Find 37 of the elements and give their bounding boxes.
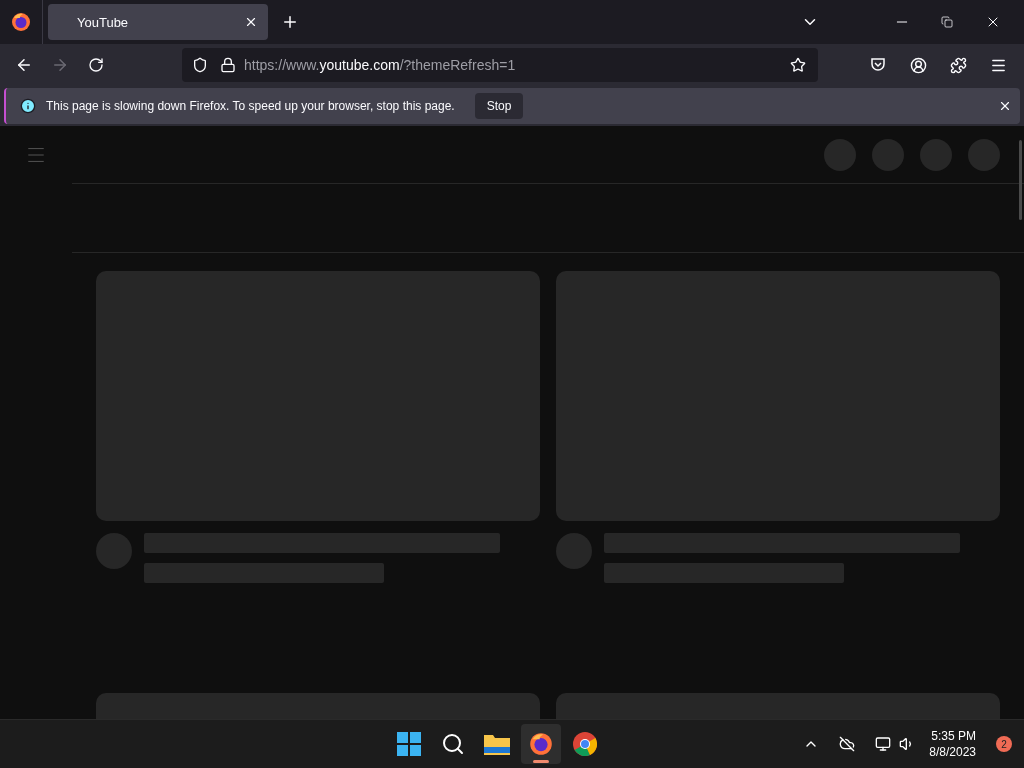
close-tab-icon[interactable] [244, 15, 258, 29]
skeleton-circle [824, 138, 856, 171]
cloud-off-icon[interactable] [839, 736, 856, 752]
skeleton-avatar [96, 533, 132, 569]
bookmark-star-icon[interactable] [790, 57, 806, 73]
pocket-icon[interactable] [870, 57, 886, 73]
new-tab-icon[interactable] [281, 13, 299, 31]
firefox-icon[interactable] [528, 732, 553, 756]
skeleton-circle [968, 138, 1000, 171]
info-icon [20, 98, 36, 114]
skeleton-circle [872, 138, 904, 171]
clock[interactable]: 5:35 PM 8/8/2023 [929, 728, 976, 760]
scrollbar-thumb[interactable] [1019, 140, 1022, 220]
active-indicator [532, 760, 549, 763]
shield-icon[interactable] [192, 57, 208, 73]
extensions-icon[interactable] [949, 56, 967, 74]
folder-icon[interactable] [483, 733, 510, 755]
reload-icon[interactable] [88, 57, 104, 73]
back-icon[interactable] [15, 56, 33, 74]
stop-button[interactable]: Stop [474, 93, 524, 119]
address-bar[interactable]: https://www.youtube.com/?themeRefresh=1 [182, 48, 818, 82]
forward-icon[interactable] [51, 56, 69, 74]
search-icon[interactable] [440, 732, 465, 756]
restore-icon[interactable] [941, 16, 953, 28]
close-icon[interactable] [998, 99, 1012, 113]
windows-start-icon[interactable] [396, 732, 421, 756]
notification-message: This page is slowing down Firefox. To speed up your browser, stop this page. [46, 99, 455, 113]
url-text: https://www.youtube.com/?themeRefresh=1 [244, 57, 517, 73]
notification-badge[interactable]: 2 [996, 736, 1012, 752]
firefox-icon[interactable] [11, 12, 31, 32]
browser-tab[interactable]: YouTube [48, 4, 268, 40]
network-icon[interactable] [875, 736, 892, 752]
lock-icon [220, 57, 236, 73]
skeleton-circle [920, 138, 952, 171]
skeleton-avatar [556, 533, 592, 569]
account-icon[interactable] [909, 56, 927, 74]
chrome-icon[interactable] [572, 732, 597, 756]
